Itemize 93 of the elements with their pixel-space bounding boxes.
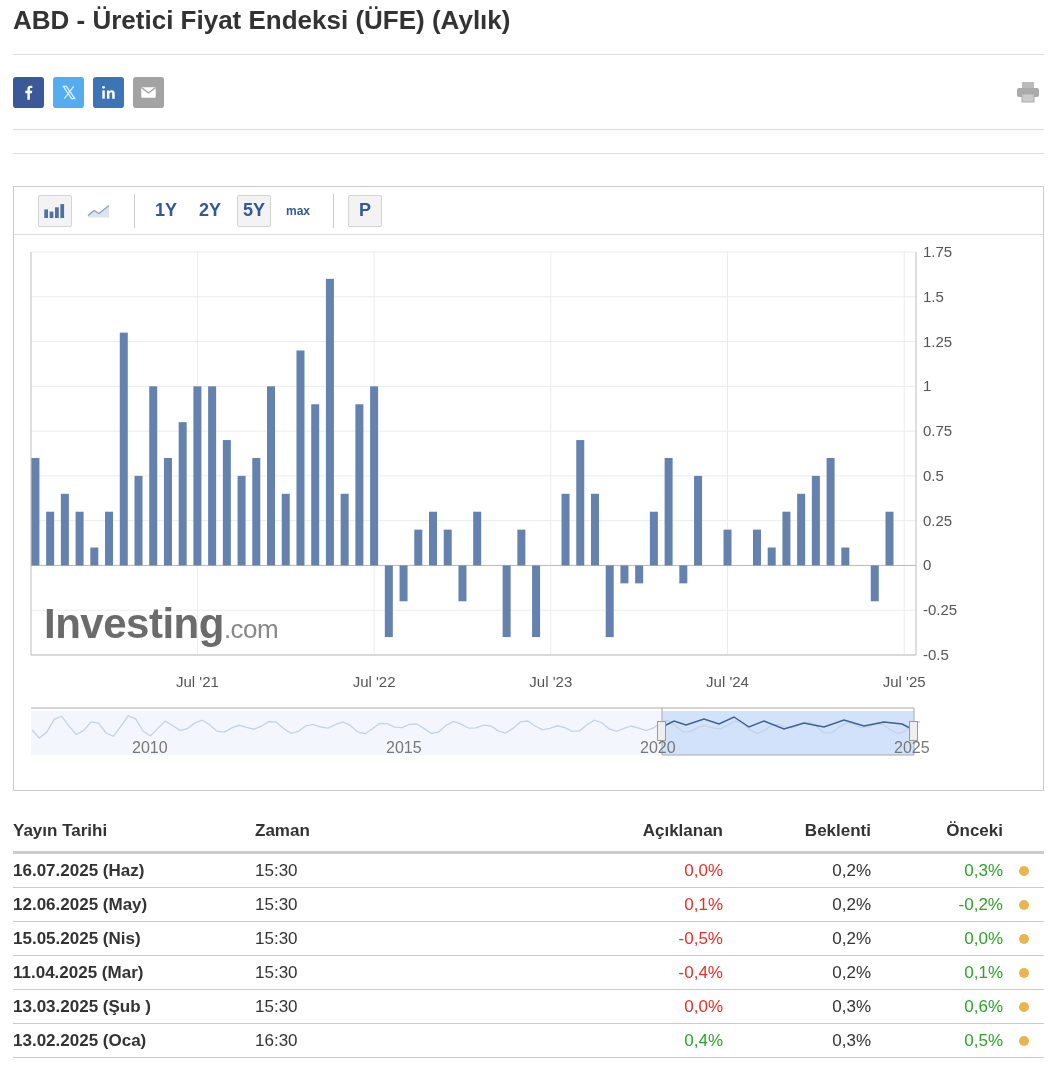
y-axis-label: 0: [923, 556, 932, 574]
bar: [399, 565, 408, 602]
column-header: Açıklanan: [495, 815, 723, 853]
table-cell: 0,2%: [723, 852, 871, 888]
facebook-share-button[interactable]: [13, 76, 44, 108]
table-cell: 13.03.2025 (Şub ): [13, 989, 255, 1024]
column-header: Yayın Tarihi: [13, 815, 255, 853]
table-cell: 11.04.2025 (Mar): [13, 955, 255, 990]
bar: [473, 511, 482, 566]
table-cell: 0,2%: [723, 887, 871, 922]
table-cell: 15:30: [255, 921, 495, 956]
table-cell: -0,5%: [495, 921, 723, 956]
navigator-handle[interactable]: [657, 721, 666, 741]
x-axis-label: Jul '22: [352, 673, 396, 690]
range-button[interactable]: max: [281, 194, 316, 227]
y-axis-label: 1.5: [923, 287, 944, 305]
table-cell: 15:30: [255, 852, 495, 888]
y-axis-label: 0.25: [923, 511, 953, 529]
navigator-year-label: 2015: [386, 739, 422, 757]
table-cell: 0,3%: [723, 989, 871, 1024]
bar: [517, 529, 526, 566]
y-axis-label: 0.5: [923, 466, 944, 484]
range-button[interactable]: 2Y: [193, 194, 227, 227]
table-cell: 0,0%: [495, 989, 723, 1024]
x-axis-label: Jul '24: [706, 673, 749, 690]
bar: [679, 565, 688, 584]
column-header: Önceki: [871, 815, 1003, 853]
bar: [105, 511, 114, 566]
table-cell: 16.07.2025 (Haz): [13, 852, 255, 888]
navigator-year-label: 2025: [894, 739, 930, 757]
table-cell: 15:30: [255, 989, 495, 1024]
table-cell: 0,3%: [871, 852, 1003, 888]
bar: [723, 529, 732, 566]
y-axis-label: 1.25: [923, 332, 953, 350]
page-title: ABD - Üretici Fiyat Endeksi (ÜFE) (Aylık): [13, 0, 1044, 55]
y-axis-label: 1: [923, 377, 932, 395]
bar: [458, 565, 467, 602]
navigator-handle[interactable]: [909, 721, 918, 741]
table-cell: -0,4%: [495, 955, 723, 990]
table-cell: 0,2%: [723, 955, 871, 990]
table-cell: 0,3%: [723, 1023, 871, 1058]
bar: [752, 529, 761, 566]
table-cell: 15.05.2025 (Nis): [13, 921, 255, 956]
range-button[interactable]: 1Y: [149, 194, 183, 227]
table-cell: 0,0%: [871, 921, 1003, 956]
table-cell: 12.06.2025 (May): [13, 887, 255, 922]
table-cell: 13.02.2025 (Oca): [13, 1023, 255, 1058]
linkedin-share-button[interactable]: [93, 76, 124, 108]
table-cell: 0,6%: [871, 989, 1003, 1024]
table-cell: 0,4%: [495, 1023, 723, 1058]
bar: [885, 511, 894, 566]
x-axis-label: Jul '23: [529, 673, 573, 690]
bar: [635, 565, 644, 584]
navigator-year-label: 2020: [640, 739, 676, 757]
bar: [841, 547, 850, 566]
bar-chart-button[interactable]: [38, 194, 72, 227]
bar: [443, 529, 452, 566]
bar: [767, 547, 776, 566]
bar: [649, 511, 658, 566]
range-button[interactable]: 5Y: [237, 194, 271, 227]
email-share-button[interactable]: [133, 76, 164, 108]
x-share-button[interactable]: [53, 76, 84, 108]
y-axis-label: 1.75: [923, 243, 953, 260]
table-cell: -0,2%: [871, 887, 1003, 922]
table-cell: 0,0%: [495, 852, 723, 888]
bar: [46, 511, 55, 566]
y-axis-label: -0.5: [923, 646, 949, 663]
y-axis-label: 0.75: [923, 422, 953, 440]
bar: [414, 529, 423, 566]
table-cell: 15:30: [255, 955, 495, 990]
table-cell: 0,1%: [871, 955, 1003, 990]
bar: [75, 511, 84, 566]
p-button[interactable]: P: [348, 194, 383, 227]
line-chart-icon: [87, 203, 111, 218]
bar: [429, 511, 437, 566]
table-cell: 16:30: [255, 1023, 495, 1058]
table-cell: 0,2%: [723, 921, 871, 956]
navigator-year-label: 2010: [132, 739, 168, 757]
column-header: Zaman: [255, 815, 495, 853]
print-icon[interactable]: [1016, 81, 1040, 103]
bar: [90, 547, 99, 566]
bar: [620, 565, 629, 584]
table-cell: 0,1%: [495, 887, 723, 922]
column-header: Beklenti: [723, 815, 871, 853]
x-axis-label: Jul '21: [175, 673, 219, 690]
table-cell: 0,5%: [871, 1023, 1003, 1058]
y-axis-label: -0.25: [923, 601, 958, 619]
bar: [870, 565, 879, 602]
table-cell: 15:30: [255, 887, 495, 922]
investing-logo: Investing.com: [44, 600, 279, 648]
x-axis-label: Jul '25: [882, 673, 926, 690]
bar: [782, 511, 791, 566]
bar-chart-icon: [43, 203, 67, 218]
